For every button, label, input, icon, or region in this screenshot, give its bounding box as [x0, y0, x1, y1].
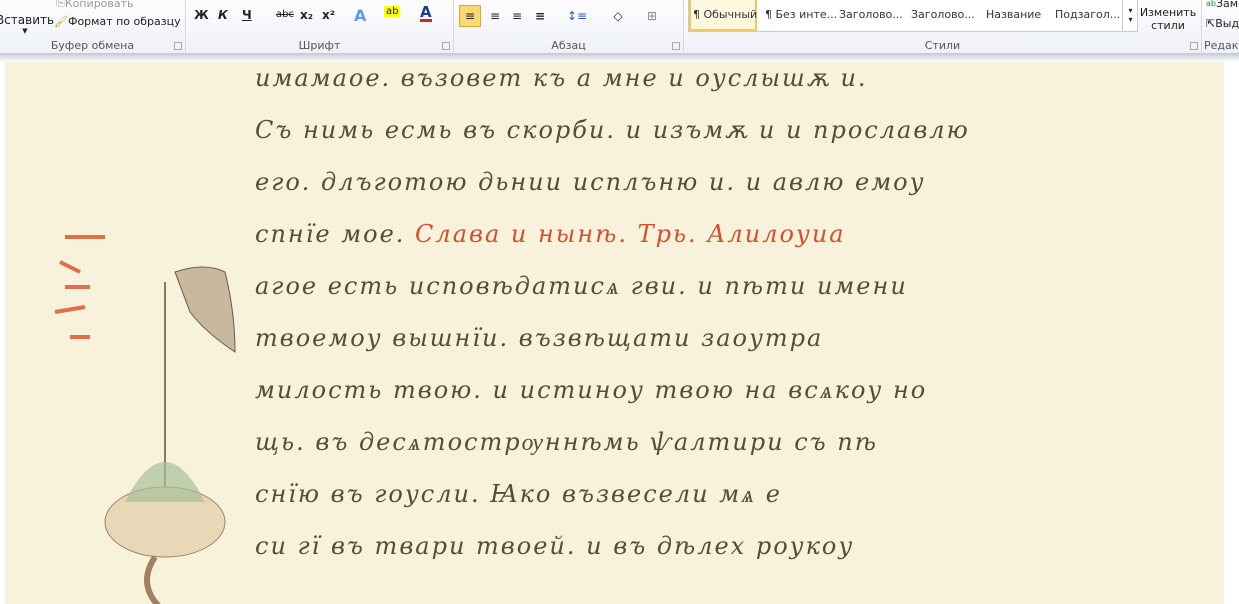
dialog-launcher-icon[interactable]: [1190, 42, 1198, 50]
ribbon: Вставить ▼ ⎘ Копировать 🖌 Формат по образц…: [0, 0, 1239, 54]
manuscript-text: имамаое. възовет къ а мне и оуслышѫ и.: [255, 64, 868, 92]
manuscript-line: его. длъготою дьнии исплъню и. и авлю ем…: [255, 168, 926, 196]
manuscript-line: снїю въ гоусли. Ꙗко възвесели мѧ е: [255, 480, 782, 509]
manuscript-line: щь. въ десѧтострѹннѣмь ѱалтири съ пѣ: [255, 428, 878, 457]
dialog-launcher-icon[interactable]: [174, 42, 182, 50]
manuscript-line: си гї въ твари твоей. и въ дѣлех роукоу: [255, 532, 854, 560]
manuscript-text: его. длъготою дьнии исплъню и. и авлю ем…: [255, 168, 926, 196]
manuscript-text: си гї въ твари твоей. и въ дѣлех роукоу: [255, 532, 855, 560]
bold-button[interactable]: Ж: [194, 8, 209, 22]
manuscript-text: Съ нимь есмь въ скорби. и изъмѫ и и прос…: [255, 116, 970, 144]
editing-group: ab Заменить ⇱ Выделить Редактирование: [1202, 0, 1239, 54]
manuscript-line: Съ нимь есмь въ скорби. и изъмѫ и и прос…: [255, 116, 970, 144]
italic-button[interactable]: К: [218, 8, 228, 22]
manuscript-text: щь. въ десѧтострѹннѣмь ѱалтири съ пѣ: [255, 428, 878, 456]
manuscript-text: спнїе мое.: [255, 220, 406, 248]
style-normal[interactable]: ¶ Обычный: [693, 8, 757, 21]
format-painter-label: Формат по образцу: [67, 15, 181, 28]
manuscript-line: спнїе мое. Слава и нынѣ. Трь. Алилоуиа: [255, 220, 846, 248]
styles-group: ¶ Обычный ¶ Без инте... Заголово... Заго…: [684, 0, 1202, 54]
styles-group-label: Стили: [924, 39, 961, 52]
paste-label: Вставить: [0, 13, 55, 27]
align-center-icon[interactable]: ≡: [484, 5, 506, 27]
align-left-icon[interactable]: ≡: [459, 5, 481, 27]
style-subtitle[interactable]: Подзагол...: [1055, 8, 1120, 21]
chevron-down-icon: ▼: [22, 27, 28, 35]
manuscript-text: агое есть исповѣдатисѧ гви. и пѣти имени: [255, 272, 908, 300]
manuscript-rubric: Слава и нынѣ. Трь. Алилоуиа: [415, 220, 846, 248]
copy-label: Копировать: [64, 0, 134, 10]
font-group-label: Шрифт: [298, 39, 341, 52]
style-heading-1[interactable]: Заголово...: [839, 8, 903, 21]
replace-icon: ab: [1206, 0, 1216, 8]
paragraph-group: ≡ ≡ ≡ ≡ ↕≡ ◇ ⊞ Абзац: [454, 0, 684, 54]
borders-icon[interactable]: ⊞: [640, 5, 664, 27]
align-right-icon[interactable]: ≡: [506, 5, 528, 27]
paste-button[interactable]: Вставить ▼: [0, 8, 54, 40]
clipboard-group-label: Буфер обмена: [50, 39, 135, 52]
underline-button[interactable]: Ч: [242, 8, 252, 22]
manuscript-line: твоемоу вышнїи. възвѣщати заоутра: [255, 324, 823, 352]
select-label: Выделить: [1215, 17, 1239, 30]
font-group: Ж К Ч abc x₂ x² A ab A Шрифт: [186, 0, 454, 54]
style-no-spacing[interactable]: ¶ Без инте...: [765, 8, 837, 21]
copy-button[interactable]: ⎘ Копировать: [56, 0, 134, 10]
paragraph-group-label: Абзац: [551, 39, 586, 52]
text-effects-icon[interactable]: A: [354, 6, 366, 25]
select-button[interactable]: ⇱ Выделить: [1206, 17, 1239, 30]
format-painter-button[interactable]: 🖌 Формат по образцу: [54, 15, 181, 28]
change-styles-button[interactable]: Изменить стили: [1140, 6, 1196, 32]
manuscript-line: милость твою. и истиноу твою на всѧкоу н…: [255, 376, 927, 405]
style-title[interactable]: Название: [986, 8, 1041, 21]
font-color-icon[interactable]: A: [420, 5, 432, 22]
styles-scroll[interactable]: ▾ ▾: [1122, 0, 1138, 32]
manuscript-line: агое есть исповѣдатисѧ гви. и пѣти имени: [255, 272, 908, 301]
replace-button[interactable]: ab Заменить: [1206, 0, 1239, 10]
superscript-button[interactable]: x²: [322, 8, 335, 22]
highlight-icon[interactable]: ab: [384, 6, 401, 17]
manuscript-text: снїю въ гоусли. Ꙗко възвесели мѧ е: [255, 480, 782, 508]
cursor-icon: ⇱: [1206, 17, 1216, 30]
editing-group-label: Редактирование: [1204, 39, 1239, 52]
illumination-ornament-icon: [54, 235, 236, 604]
subscript-button[interactable]: x₂: [300, 8, 313, 22]
clipboard-group: Вставить ▼ ⎘ Копировать 🖌 Формат по образц…: [0, 0, 186, 54]
strikethrough-button[interactable]: abc: [276, 9, 294, 20]
replace-label: Заменить: [1215, 0, 1239, 10]
line-spacing-icon[interactable]: ↕≡: [564, 5, 590, 27]
justify-icon[interactable]: ≡: [529, 5, 551, 27]
chevron-down-icon: ▾: [1128, 6, 1133, 15]
dialog-launcher-icon[interactable]: [672, 42, 680, 50]
shading-icon[interactable]: ◇: [606, 5, 630, 27]
more-icon: ▾: [1128, 15, 1133, 24]
style-heading-2[interactable]: Заголово...: [911, 8, 975, 21]
copy-icon: ⎘: [56, 0, 65, 9]
ribbon-shadow: [0, 54, 1239, 62]
brush-icon: 🖌: [54, 15, 68, 28]
manuscript-text: милость твою. и истиноу твою на всѧкоу н…: [255, 376, 928, 404]
manuscript-image: имамаое. възовет къ а мне и оуслышѫ и. Съ…: [5, 62, 1224, 604]
dialog-launcher-icon[interactable]: [442, 42, 450, 50]
manuscript-text: твоемоу вышнїи. възвѣщати заоутра: [255, 324, 824, 352]
manuscript-line: имамаое. възовет къ а мне и оуслышѫ и.: [255, 64, 868, 92]
